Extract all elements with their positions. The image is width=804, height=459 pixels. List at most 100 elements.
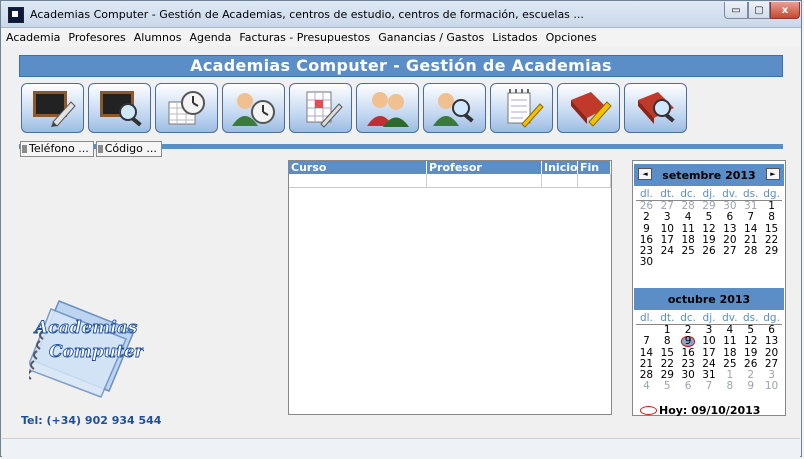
today-link[interactable]: Hoy: 09/10/2013 — [640, 404, 760, 417]
calendar-day[interactable]: 28 — [740, 245, 761, 257]
main-toolbar — [21, 83, 687, 133]
menu-profesores[interactable]: Profesores — [64, 31, 129, 44]
academias-computer-logo: Academias Computer — [29, 300, 144, 398]
chalkboard-search-icon — [99, 91, 142, 127]
weekday: dt. — [660, 188, 675, 200]
calendar-day[interactable]: 4 — [678, 211, 699, 223]
table-cell — [578, 174, 611, 187]
tab-codigo[interactable]: Código ... — [95, 141, 162, 157]
calendar-day[interactable]: 10 — [761, 381, 782, 393]
calendar-day[interactable]: 9 — [740, 381, 761, 393]
app-window: Academias Computer - Gestión de Academia… — [0, 0, 802, 457]
weekday: ds. — [742, 312, 759, 324]
book-search-button[interactable] — [624, 83, 687, 133]
app-banner: Academias Computer - Gestión de Academia… — [19, 55, 783, 77]
menu-academia[interactable]: Academia — [2, 31, 64, 44]
calendar-day[interactable]: 30 — [636, 257, 657, 269]
user-search-button[interactable] — [423, 83, 486, 133]
calendar-header-september: ◄ setembre 2013 ► — [634, 164, 784, 186]
book-edit-icon — [570, 92, 612, 127]
calendar-day[interactable]: 5 — [657, 381, 678, 393]
next-month-button[interactable]: ► — [766, 168, 780, 180]
grid-edit-icon — [306, 91, 343, 128]
calendar-day[interactable]: 4 — [636, 381, 657, 393]
book-edit-button[interactable] — [557, 83, 620, 133]
user-clock-icon — [231, 93, 275, 126]
weekday: dv. — [722, 188, 738, 200]
title-bar: Academias Computer - Gestión de Academia… — [1, 1, 801, 28]
menu-facturas[interactable]: Facturas - Presupuestos — [235, 31, 374, 44]
user-search-icon — [432, 93, 474, 126]
calendar-day-today[interactable]: 9 — [678, 336, 699, 348]
menu-agenda[interactable]: Agenda — [185, 31, 235, 44]
search-tabs: Teléfono ... Código ... — [20, 141, 164, 157]
calendar-clock-button[interactable] — [155, 83, 218, 133]
menu-opciones[interactable]: Opciones — [542, 31, 601, 44]
minimize-button[interactable]: ▭ — [724, 2, 748, 19]
notepad-edit-button[interactable] — [490, 83, 553, 133]
book-search-icon — [637, 92, 675, 124]
calendar-day[interactable]: 6 — [719, 211, 740, 223]
users-button[interactable] — [356, 83, 419, 133]
weekday: dv. — [722, 312, 738, 324]
calendar-day[interactable]: 6 — [678, 381, 699, 393]
logo-line2: Computer — [49, 342, 144, 362]
calendar-day[interactable]: 12 — [740, 335, 761, 347]
calendar-day[interactable]: 7 — [740, 211, 761, 223]
calendar-day[interactable]: 7 — [636, 335, 657, 347]
calendar-day[interactable]: 11 — [719, 335, 740, 347]
maximize-button[interactable]: ▢ — [748, 2, 770, 19]
calendar-day[interactable]: 27 — [719, 245, 740, 257]
column-profesor[interactable]: Profesor — [427, 161, 542, 174]
calendar-panel: ◄ setembre 2013 ► dl. dt. dc. dj. dv. ds… — [632, 160, 786, 417]
today-label: Hoy: 09/10/2013 — [659, 404, 761, 417]
calendar-day[interactable]: 8 — [657, 335, 678, 347]
table-row[interactable] — [289, 174, 611, 188]
user-clock-button[interactable] — [222, 83, 285, 133]
calendar-day[interactable]: 3 — [657, 211, 678, 223]
menu-ganancias[interactable]: Ganancias / Gastos — [374, 31, 488, 44]
calendar-day[interactable]: 2 — [636, 211, 657, 223]
calendar-day[interactable]: 10 — [699, 335, 720, 347]
calendar-header-october: octubre 2013 — [634, 288, 784, 310]
calendar-day[interactable]: 26 — [699, 245, 720, 257]
chalkboard-search-button[interactable] — [88, 83, 151, 133]
weekday: ds. — [742, 188, 759, 200]
calendar-day[interactable]: 8 — [761, 211, 782, 223]
window-title: Academias Computer - Gestión de Academia… — [30, 8, 584, 21]
calendar-day[interactable]: 7 — [699, 381, 720, 393]
grid-edit-button[interactable] — [289, 83, 352, 133]
calendar-clock-icon — [168, 91, 205, 125]
prev-month-button[interactable]: ◄ — [638, 168, 652, 180]
weekday: dg. — [763, 188, 780, 200]
calendar-day[interactable]: 25 — [678, 245, 699, 257]
calendar-title-september: setembre 2013 — [662, 168, 756, 182]
weekday: dl. — [639, 188, 653, 200]
menu-alumnos[interactable]: Alumnos — [130, 31, 186, 44]
calendar-day[interactable]: 8 — [719, 381, 740, 393]
weekday: dt. — [660, 312, 675, 324]
phone-number: Tel: (+34) 902 934 544 — [21, 414, 162, 427]
weekday: dj. — [702, 312, 716, 324]
column-fin[interactable]: Fin — [578, 161, 611, 174]
calendar-days-september: 26 27 28 29 30 31 1 2345678 9 10 11 12 13 14 15 16 17… — [636, 200, 782, 269]
tab-telefono[interactable]: Teléfono ... — [20, 141, 94, 157]
weekday: dc. — [680, 312, 697, 324]
menu-listados[interactable]: Listados — [488, 31, 541, 44]
column-curso[interactable]: Curso — [289, 161, 427, 174]
menu-bar: Academia Profesores Alumnos Agenda Factu… — [2, 28, 800, 46]
chalkboard-edit-button[interactable] — [21, 83, 84, 133]
calendar-day[interactable]: 5 — [699, 211, 720, 223]
weekday: dl. — [639, 312, 653, 324]
calendar-day[interactable]: 29 — [761, 245, 782, 257]
close-button[interactable]: x — [770, 2, 800, 19]
column-inicio[interactable]: Inicio — [542, 161, 578, 174]
calendar-day[interactable]: 24 — [657, 245, 678, 257]
weekday: dj. — [702, 188, 716, 200]
weekday: dc. — [680, 188, 697, 200]
notepad-edit-icon — [507, 89, 544, 128]
calendar-day[interactable]: 13 — [761, 335, 782, 347]
chalkboard-edit-icon — [32, 91, 76, 127]
app-icon — [8, 7, 24, 23]
courses-grid[interactable]: Curso Profesor Inicio Fin — [288, 160, 612, 415]
